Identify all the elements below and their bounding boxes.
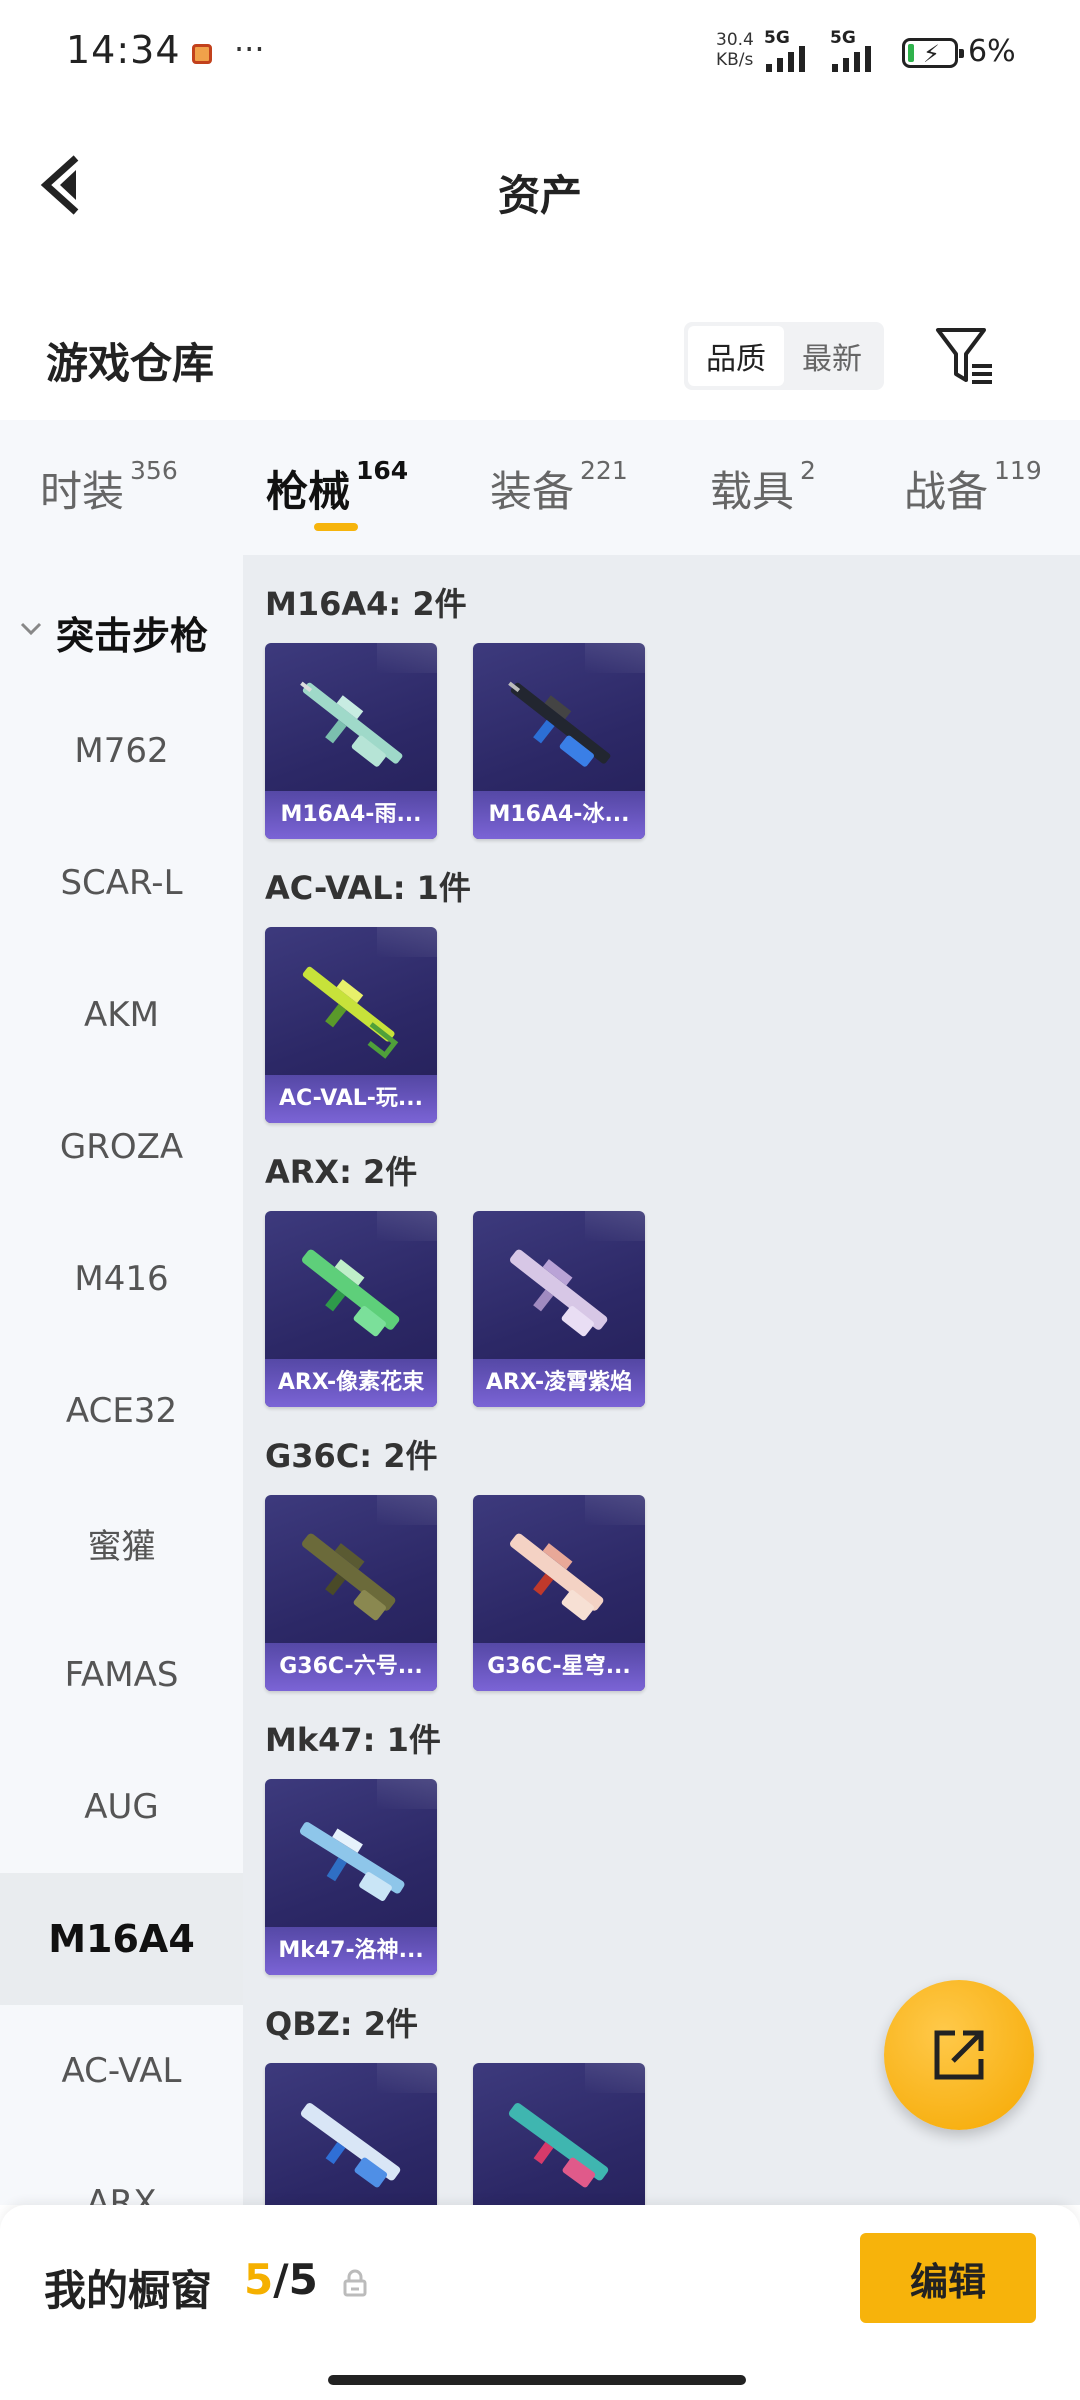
chevron-down-icon bbox=[20, 622, 42, 636]
category-tabs: 时装 356 枪械 164 装备 221 载具 2 战备 119 bbox=[0, 420, 1080, 555]
skin-card[interactable] bbox=[265, 2063, 437, 2205]
sidebar-item-arx[interactable]: ARX bbox=[0, 2137, 243, 2205]
edit-button[interactable]: 编辑 bbox=[860, 2233, 1036, 2323]
skin-card[interactable]: G36C-六号... bbox=[265, 1495, 437, 1691]
sidebar-item-honey-badger[interactable]: 蜜獾 bbox=[0, 1477, 243, 1609]
network-speed-unit: KB/s bbox=[716, 50, 754, 70]
skin-card[interactable]: Mk47-洛神... bbox=[265, 1779, 437, 1975]
rifle-icon bbox=[508, 2103, 609, 2188]
rifle-icon bbox=[300, 681, 403, 767]
rifle-icon bbox=[302, 966, 399, 1059]
home-indicator[interactable] bbox=[328, 2375, 746, 2385]
sidebar-item-aug[interactable]: AUG bbox=[0, 1741, 243, 1873]
sidebar-item-ace32[interactable]: ACE32 bbox=[0, 1345, 243, 1477]
showcase-label: 我的橱窗 bbox=[44, 2266, 213, 2315]
sidebar-item-m762[interactable]: M762 bbox=[0, 685, 243, 817]
bottom-bar: 我的橱窗 5/5 编辑 bbox=[0, 2205, 1080, 2400]
skin-card[interactable] bbox=[473, 2063, 645, 2205]
skin-card[interactable]: M16A4-雨... bbox=[265, 643, 437, 839]
skin-card[interactable]: AC-VAL-玩... bbox=[265, 927, 437, 1123]
sort-option-newest[interactable]: 最新 bbox=[784, 326, 880, 386]
group-title-g36c: G36C: 2件 bbox=[265, 1437, 438, 1475]
tab-fashion[interactable]: 时装 356 bbox=[40, 456, 178, 519]
rifle-icon bbox=[299, 1822, 405, 1901]
group-title-arx: ARX: 2件 bbox=[265, 1153, 418, 1191]
sidebar-item-famas[interactable]: FAMAS bbox=[0, 1609, 243, 1741]
tab-combat-gear[interactable]: 战备 119 bbox=[904, 456, 1042, 519]
showcase-count: 5/5 bbox=[244, 2255, 318, 2304]
signal-icon-sim1: 5G bbox=[764, 28, 828, 72]
filter-icon bbox=[936, 328, 992, 384]
battery-icon: ⚡ bbox=[902, 38, 964, 68]
header: 资产 bbox=[0, 110, 1080, 265]
sidebar-item-akm[interactable]: AKM bbox=[0, 949, 243, 1081]
sidebar-item-m16a4[interactable]: M16A4 bbox=[0, 1873, 243, 2005]
skin-card[interactable]: ARX-像素花束 bbox=[265, 1211, 437, 1407]
share-button[interactable] bbox=[884, 1980, 1034, 2130]
rifle-icon bbox=[302, 1249, 400, 1337]
group-title-m16a4: M16A4: 2件 bbox=[265, 585, 467, 623]
sidebar-item-groza[interactable]: GROZA bbox=[0, 1081, 243, 1213]
lock-icon bbox=[343, 2269, 367, 2297]
notification-icon bbox=[192, 44, 212, 64]
group-title-mk47: Mk47: 1件 bbox=[265, 1721, 441, 1759]
page-title: 资产 bbox=[497, 171, 582, 220]
tab-firearms[interactable]: 枪械 164 bbox=[266, 456, 408, 519]
rifle-icon bbox=[508, 681, 611, 767]
warehouse-header: 游戏仓库 品质 最新 bbox=[0, 300, 1080, 415]
signal-icon-sim2: 5G bbox=[830, 28, 894, 72]
sort-toggle: 品质 最新 bbox=[684, 322, 884, 390]
skin-card[interactable]: M16A4-冰... bbox=[473, 643, 645, 839]
sidebar-group-assault-rifles[interactable]: 突击步枪 bbox=[0, 595, 243, 665]
network-speed: 30.4 KB/s bbox=[716, 30, 754, 70]
network-speed-value: 30.4 bbox=[716, 30, 754, 50]
sort-option-quality[interactable]: 品质 bbox=[688, 326, 784, 386]
tab-vehicles[interactable]: 载具 2 bbox=[710, 456, 816, 519]
battery-percent: 6% bbox=[968, 34, 1016, 69]
status-bar: 14:34 ··· 30.4 KB/s 5G 5G ⚡ 6% bbox=[0, 0, 1080, 110]
skin-card[interactable]: ARX-凌霄紫焰 bbox=[473, 1211, 645, 1407]
rifle-icon bbox=[510, 1249, 608, 1337]
status-time: 14:34 bbox=[66, 28, 181, 72]
sidebar-item-ac-val[interactable]: AC-VAL bbox=[0, 2005, 243, 2137]
weapon-sidebar: 突击步枪 M762 SCAR-L AKM GROZA M416 ACE32 蜜獾… bbox=[0, 555, 243, 2205]
active-tab-indicator bbox=[314, 523, 358, 531]
skin-card[interactable]: G36C-星穹... bbox=[473, 1495, 645, 1691]
filter-button[interactable] bbox=[934, 322, 994, 390]
weapon-list: M16A4: 2件 M16A4-雨... M16A4-冰... AC-VAL: … bbox=[243, 555, 1080, 2205]
group-title-ac-val: AC-VAL: 1件 bbox=[265, 869, 471, 907]
tab-equipment[interactable]: 装备 221 bbox=[490, 456, 628, 519]
more-notifications-icon: ··· bbox=[234, 30, 265, 68]
rifle-icon bbox=[302, 1533, 396, 1621]
sidebar-item-scar-l[interactable]: SCAR-L bbox=[0, 817, 243, 949]
warehouse-title: 游戏仓库 bbox=[46, 339, 215, 388]
share-icon bbox=[934, 2030, 984, 2080]
rifle-icon bbox=[300, 2103, 401, 2188]
group-title-qbz: QBZ: 2件 bbox=[265, 2005, 419, 2043]
sidebar-item-m416[interactable]: M416 bbox=[0, 1213, 243, 1345]
rifle-icon bbox=[510, 1533, 604, 1621]
